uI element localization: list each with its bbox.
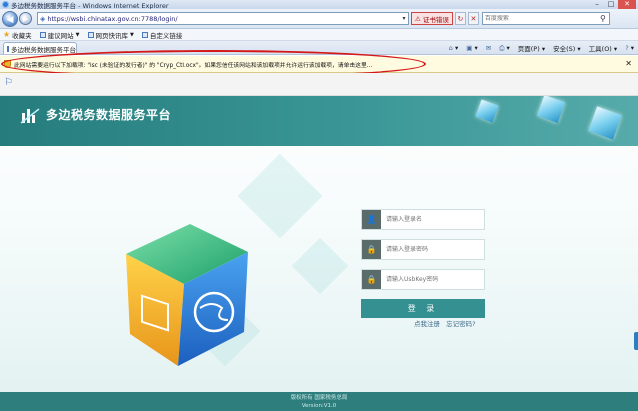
page-icon [7, 45, 9, 52]
forward-button[interactable]: ▶ [19, 12, 32, 25]
command-bar: ⌂ ▾ ▣ ▾ ✉ ⎙ ▾ 页面(P) ▾ 安全(S) ▾ 工具(O) ▾ ? … [441, 43, 634, 54]
ie-logo-icon [2, 1, 9, 8]
platform-cube-illustration [126, 224, 248, 366]
ukey-password-input[interactable] [381, 270, 484, 289]
favorites-bar: ★ 收藏夹 建议网站 ▼ 网页快讯库 ▼ 自定义链接 [0, 29, 638, 41]
page-icon [87, 31, 94, 38]
user-icon: 👤 [362, 210, 381, 229]
compatibility-view-icon[interactable]: ⚐ [4, 77, 13, 88]
page-icon [39, 31, 46, 38]
background-shape [291, 237, 349, 295]
back-button[interactable]: ◀ [2, 10, 18, 27]
close-window-button[interactable]: ✕ [618, 0, 636, 9]
compatibility-strip: ⚐ [0, 73, 638, 96]
auth-links: 点我注册 忘记密码? [414, 318, 480, 328]
favorite-item-webslice[interactable]: 网页快讯库 ▼ [87, 30, 134, 40]
search-icon[interactable]: ⚲ [597, 14, 609, 23]
favorites-button[interactable]: ★ 收藏夹 [3, 30, 32, 40]
side-tab-handle[interactable] [634, 332, 638, 350]
decorative-cube-icon [536, 96, 566, 124]
password-field: 🔒 [361, 239, 485, 260]
help-icon[interactable]: ? ▾ [625, 44, 634, 52]
certificate-error-badge[interactable]: ⚠ 证书错误 [411, 12, 453, 25]
address-dropdown-icon[interactable]: ▾ [400, 15, 408, 22]
lock-icon: 🔒 [362, 240, 381, 259]
decorative-cube-icon [588, 106, 622, 140]
cert-error-icon: ⚠ [415, 14, 423, 23]
window-titlebar: 多边税务数据服务平台 - Windows Internet Explorer –… [0, 0, 638, 10]
star-icon: ★ [3, 30, 11, 39]
window-controls: – □ ✕ [590, 0, 636, 9]
lock-icon: 🔒 [362, 270, 381, 289]
stop-button[interactable]: ✕ [467, 12, 479, 25]
footer-copyright: 版权所有 国家税务总局 [290, 395, 348, 401]
feeds-icon[interactable]: ▣ ▾ [466, 44, 478, 52]
search-box[interactable]: ⚲ [481, 12, 610, 25]
close-infobar-button[interactable]: ✕ [625, 59, 632, 68]
shield-icon [4, 60, 11, 68]
favorites-label: 收藏夹 [12, 31, 32, 40]
page-content: 多边税务数据服务平台 👤 🔒 [0, 96, 638, 411]
site-footer: 版权所有 国家税务总局 Version:V1.0 [0, 392, 638, 411]
register-link[interactable]: 点我注册 [414, 320, 440, 328]
page-icon [141, 31, 148, 38]
chevron-down-icon: ▼ [75, 31, 80, 38]
page-icon: ◈ [40, 14, 46, 23]
username-field: 👤 [361, 209, 485, 230]
chevron-down-icon: ▼ [130, 31, 134, 38]
refresh-button[interactable]: ↻ [454, 12, 466, 25]
minimize-button[interactable]: – [590, 0, 604, 9]
address-url[interactable]: https://wsbi.chinatax.gov.cn:7788/login/ [47, 15, 400, 23]
favorite-item-custom[interactable]: 自定义链接 [141, 30, 182, 40]
menu-safety[interactable]: 安全(S) ▾ [553, 43, 581, 53]
forgot-password-link[interactable]: 忘记密码? [446, 320, 475, 328]
menu-tools[interactable]: 工具(O) ▾ [589, 43, 618, 53]
tab-label: 多边税务数据服务平台 [11, 45, 76, 54]
username-input[interactable] [381, 210, 484, 229]
maximize-button[interactable]: □ [604, 0, 618, 9]
menu-page[interactable]: 页面(P) ▾ [518, 43, 545, 53]
login-form: 👤 🔒 🔒 登 录 [361, 209, 485, 318]
cert-error-label: 证书错误 [422, 15, 449, 24]
tab-active[interactable]: 多边税务数据服务平台 [3, 42, 77, 54]
mail-icon[interactable]: ✉ [486, 44, 491, 52]
site-logo-icon [20, 108, 40, 124]
print-icon[interactable]: ⎙ ▾ [499, 44, 510, 53]
site-header: 多边税务数据服务平台 [0, 96, 638, 146]
search-input[interactable] [484, 15, 597, 22]
decorative-cube-icon [475, 99, 499, 123]
password-input[interactable] [381, 240, 484, 259]
favorite-item-suggested[interactable]: 建议网站 ▼ [39, 30, 80, 40]
site-brand: 多边税务数据服务平台 [46, 108, 172, 122]
login-button[interactable]: 登 录 [361, 299, 485, 318]
ukey-field: 🔒 [361, 269, 485, 290]
address-bar[interactable]: ◈ https://wsbi.chinatax.gov.cn:7788/logi… [37, 12, 409, 25]
footer-version: Version:V1.0 [301, 403, 337, 409]
addon-info-bar[interactable]: 此网站需要运行以下加载项: "isc (未验证的发行者)" 的 "Cryp_Ct… [0, 56, 638, 73]
home-icon[interactable]: ⌂ ▾ [449, 44, 458, 52]
addon-message[interactable]: 此网站需要运行以下加载项: "isc (未验证的发行者)" 的 "Cryp_Ct… [14, 60, 372, 69]
navigation-bar: ◀ ▶ ◈ https://wsbi.chinatax.gov.cn:7788/… [0, 9, 638, 29]
